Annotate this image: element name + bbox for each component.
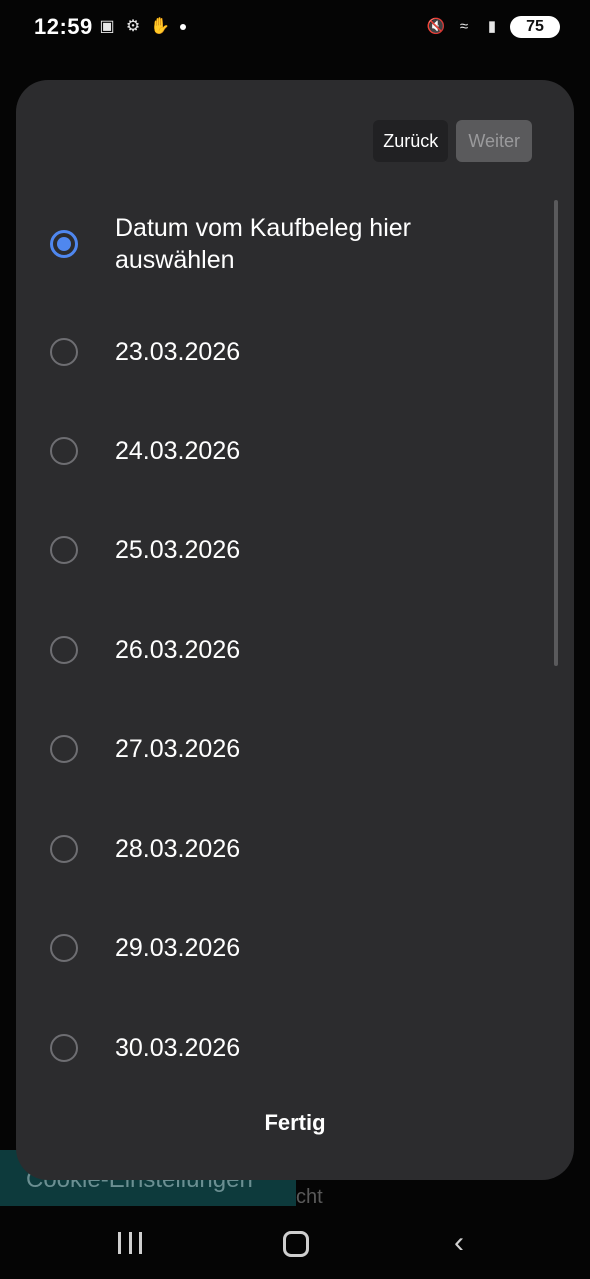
dialog-header-buttons: Zurück Weiter <box>373 120 532 162</box>
scrollbar[interactable] <box>554 200 558 666</box>
option-date[interactable]: 26.03.2026 <box>50 634 475 666</box>
option-date[interactable]: 27.03.2026 <box>50 733 475 765</box>
system-icons: 🔇 ≈ ▮ 75 <box>426 16 560 38</box>
option-date[interactable]: 25.03.2026 <box>50 534 475 566</box>
gear-notification-icon: ⚙ <box>125 18 141 35</box>
done-button[interactable]: Fertig <box>16 1110 574 1136</box>
hand-icon: ✋ <box>150 18 170 35</box>
option-date[interactable]: 29.03.2026 <box>50 932 475 964</box>
status-time: 12:59 <box>34 14 93 39</box>
date-picker-sheet: Zurück Weiter Datum vom Kaufbeleg hier a… <box>16 80 574 1180</box>
radio-button[interactable] <box>50 934 78 962</box>
option-label: 29.03.2026 <box>115 934 241 962</box>
option-label: Datum vom Kaufbeleg hier auswählen <box>115 214 411 274</box>
back-chevron-icon[interactable]: ‹ <box>454 1228 464 1258</box>
more-notifications-dot-icon <box>180 24 186 30</box>
next-button[interactable]: Weiter <box>456 120 532 162</box>
option-label: 26.03.2026 <box>115 636 241 664</box>
option-date[interactable]: 28.03.2026 <box>50 833 475 865</box>
radio-button[interactable] <box>50 338 78 366</box>
option-date[interactable]: 30.03.2026 <box>50 1032 475 1064</box>
option-label: 27.03.2026 <box>115 735 241 763</box>
option-date[interactable]: 23.03.2026 <box>50 336 475 368</box>
radio-button[interactable] <box>50 536 78 564</box>
radio-button[interactable] <box>50 735 78 763</box>
radio-button[interactable] <box>50 835 78 863</box>
option-label: 30.03.2026 <box>115 1034 241 1062</box>
back-button[interactable]: Zurück <box>373 120 449 162</box>
option-date[interactable]: 24.03.2026 <box>50 435 475 467</box>
option-label: 23.03.2026 <box>115 338 241 366</box>
wifi-icon: ≈ <box>459 18 469 35</box>
battery-indicator: 75 <box>510 16 560 38</box>
option-label: 28.03.2026 <box>115 835 241 863</box>
message-icon: ▣ <box>99 18 115 35</box>
radio-button-selected[interactable] <box>50 230 78 258</box>
radio-button[interactable] <box>50 1034 78 1062</box>
radio-button[interactable] <box>50 437 78 465</box>
option-label: 24.03.2026 <box>115 437 241 465</box>
status-bar: 12:59 ▣ ⚙ ✋ 🔇 ≈ ▮ 75 <box>0 0 590 58</box>
recent-apps-icon[interactable] <box>118 1232 142 1254</box>
option-label: 25.03.2026 <box>115 536 241 564</box>
radio-button[interactable] <box>50 636 78 664</box>
mute-icon: 🔇 <box>426 18 446 35</box>
navigation-bar: ‹ <box>0 1206 590 1279</box>
home-icon[interactable] <box>283 1231 309 1257</box>
signal-icon: ▮ <box>487 18 497 35</box>
option-placeholder[interactable]: Datum vom Kaufbeleg hier auswählen <box>50 212 475 276</box>
notification-icons: ▣ ⚙ ✋ <box>98 18 186 36</box>
